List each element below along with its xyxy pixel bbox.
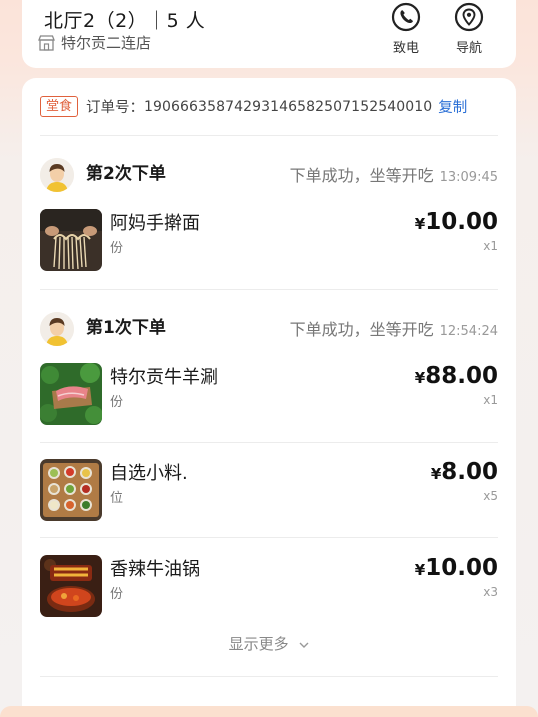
item-unit: 份 <box>110 587 124 602</box>
item-unit: 份 <box>110 241 124 256</box>
item-price: ¥88.00 <box>414 363 498 389</box>
batch-status: 下单成功，坐等开吃 12:54:24 <box>290 316 498 340</box>
avatar <box>40 158 74 192</box>
order-number-label: 订单号： <box>86 100 145 116</box>
store-icon <box>38 34 55 51</box>
item-thumbnail <box>40 555 102 617</box>
batch-header: 第1次下单 下单成功，坐等开吃 12:54:24 <box>40 312 498 348</box>
item-price: ¥10.00 <box>414 555 498 581</box>
store-card: 北厅2（2）｜5 人 特尔贡二连店 致电 导航 <box>22 0 516 68</box>
user-avatar-icon <box>40 312 74 346</box>
divider <box>40 289 498 290</box>
order-item[interactable]: 香辣牛油锅 份 ¥10.00 x3 <box>40 555 498 617</box>
order-number: 1906663587429314658250715254001​0 <box>144 98 433 115</box>
chevron-down-icon <box>299 642 309 648</box>
phone-icon <box>391 2 421 32</box>
item-name: 自选小料. <box>110 463 188 484</box>
divider <box>40 537 498 538</box>
copy-button[interactable]: 复制 <box>438 96 467 117</box>
show-more-button[interactable]: 显示更多 <box>22 633 516 654</box>
status-time: 12:54:24 <box>439 324 498 339</box>
show-more-label: 显示更多 <box>228 635 289 653</box>
item-quantity: x1 <box>483 393 498 407</box>
order-item[interactable]: 特尔贡牛羊涮 份 ¥88.00 x1 <box>40 363 498 425</box>
item-unit: 位 <box>110 491 124 506</box>
order-item[interactable]: 自选小料. 位 ¥8.00 x5 <box>40 459 498 521</box>
item-quantity: x5 <box>483 489 498 503</box>
store-row: 特尔贡二连店 <box>38 32 151 53</box>
order-number-row: 堂食 订单号： 1906663587429314658250715254001​… <box>40 96 467 117</box>
order-card: 堂食 订单号： 1906663587429314658250715254001​… <box>22 78 516 717</box>
item-thumbnail <box>40 209 102 271</box>
dine-in-tag: 堂食 <box>40 96 79 117</box>
batch-title: 第2次下单 <box>86 164 166 184</box>
divider <box>40 135 498 136</box>
navigate-label: 导航 <box>455 41 482 56</box>
item-name: 特尔贡牛羊涮 <box>110 367 218 388</box>
item-thumbnail <box>40 459 102 521</box>
divider <box>40 676 498 677</box>
location-pin-icon <box>454 2 484 32</box>
batch-header: 第2次下单 下单成功，坐等开吃 13:09:45 <box>40 158 498 194</box>
batch-status: 下单成功，坐等开吃 13:09:45 <box>290 162 498 186</box>
bottom-bar <box>0 706 538 717</box>
call-label: 致电 <box>392 41 419 56</box>
order-item[interactable]: 阿妈手擀面 份 ¥10.00 x1 <box>40 209 498 271</box>
item-price: ¥10.00 <box>414 209 498 235</box>
status-text: 下单成功，坐等开吃 <box>289 320 434 339</box>
item-name: 香辣牛油锅 <box>110 559 200 580</box>
divider <box>40 442 498 443</box>
call-button[interactable]: 致电 <box>381 2 431 56</box>
item-price: ¥8.00 <box>430 459 498 485</box>
user-avatar-icon <box>40 158 74 192</box>
item-unit: 份 <box>110 395 124 410</box>
status-time: 13:09:45 <box>439 170 498 185</box>
store-name: 特尔贡二连店 <box>61 34 152 52</box>
item-thumbnail <box>40 363 102 425</box>
item-quantity: x3 <box>483 585 498 599</box>
navigate-button[interactable]: 导航 <box>444 2 494 56</box>
item-quantity: x1 <box>483 239 498 253</box>
item-name: 阿妈手擀面 <box>110 213 200 234</box>
batch-title: 第1次下单 <box>86 318 166 338</box>
status-text: 下单成功，坐等开吃 <box>289 166 434 185</box>
table-title: 北厅2（2）｜5 人 <box>44 10 206 32</box>
avatar <box>40 312 74 346</box>
